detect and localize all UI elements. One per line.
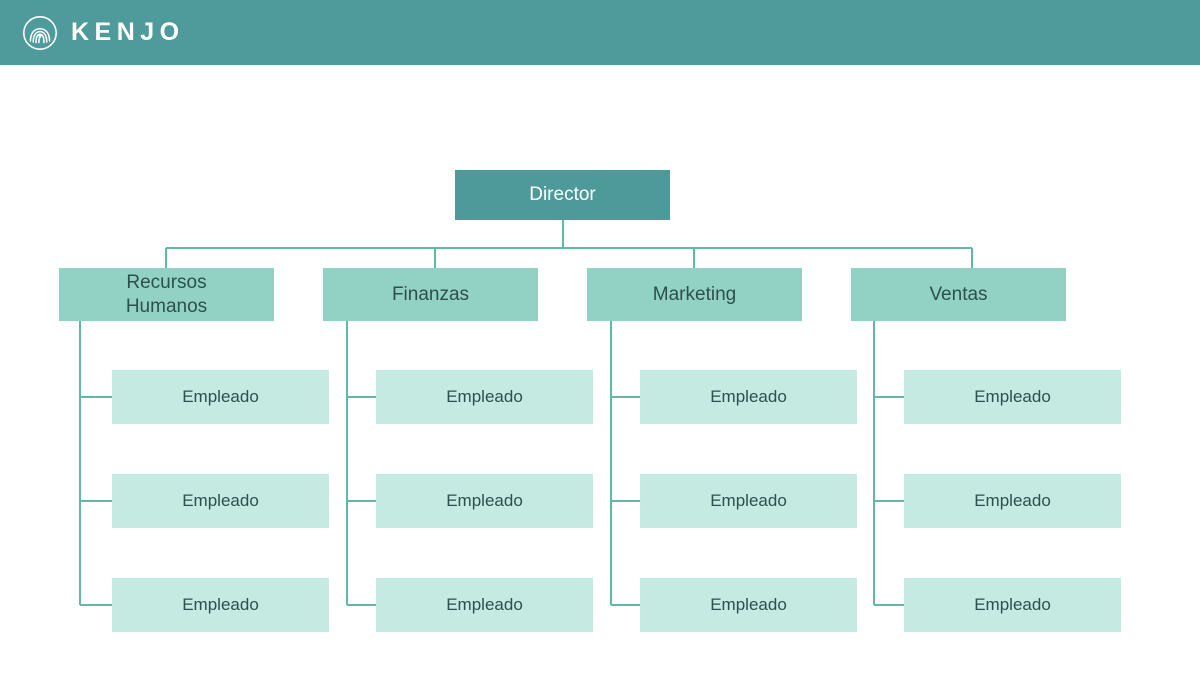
org-node-employee[interactable]: Empleado (640, 578, 857, 632)
org-node-employee[interactable]: Empleado (640, 474, 857, 528)
org-chart-canvas: Director Recursos Humanos Finanzas Market… (0, 65, 1200, 690)
org-node-employee[interactable]: Empleado (904, 370, 1121, 424)
org-node-label: Empleado (974, 490, 1051, 510)
org-node-label: Empleado (974, 386, 1051, 406)
org-node-label: Empleado (710, 386, 787, 406)
app-header: KENJO (0, 0, 1200, 65)
org-node-employee[interactable]: Empleado (904, 474, 1121, 528)
org-node-employee[interactable]: Empleado (376, 370, 593, 424)
org-node-label: Empleado (710, 594, 787, 614)
org-node-employee[interactable]: Empleado (376, 474, 593, 528)
org-node-label: Recursos Humanos (125, 272, 208, 317)
org-node-label: Ventas (929, 283, 988, 305)
org-node-employee[interactable]: Empleado (112, 474, 329, 528)
org-node-employee[interactable]: Empleado (376, 578, 593, 632)
org-node-employee[interactable]: Empleado (640, 370, 857, 424)
org-node-label: Empleado (974, 594, 1051, 614)
org-node-label: Empleado (182, 386, 259, 406)
org-node-label: Finanzas (391, 283, 470, 305)
org-node-label: Empleado (182, 594, 259, 614)
org-node-label: Empleado (182, 490, 259, 510)
org-node-label: Marketing (652, 283, 737, 305)
org-node-finanzas[interactable]: Finanzas (323, 268, 538, 321)
org-node-label: Empleado (446, 490, 523, 510)
org-node-label: Empleado (446, 386, 523, 406)
org-node-label: Empleado (446, 594, 523, 614)
org-node-recursos-humanos[interactable]: Recursos Humanos (59, 268, 274, 321)
brand-wordmark: KENJO (71, 18, 185, 46)
kenjo-fingerprint-logo-icon (23, 15, 57, 50)
brand-logo[interactable]: KENJO (22, 15, 185, 51)
org-node-employee[interactable]: Empleado (904, 578, 1121, 632)
org-node-ventas[interactable]: Ventas (851, 268, 1066, 321)
org-node-employee[interactable]: Empleado (112, 370, 329, 424)
org-node-director[interactable]: Director (455, 170, 670, 220)
org-node-marketing[interactable]: Marketing (587, 268, 802, 321)
org-node-employee[interactable]: Empleado (112, 578, 329, 632)
org-node-label: Empleado (710, 490, 787, 510)
org-node-label: Director (529, 184, 596, 206)
